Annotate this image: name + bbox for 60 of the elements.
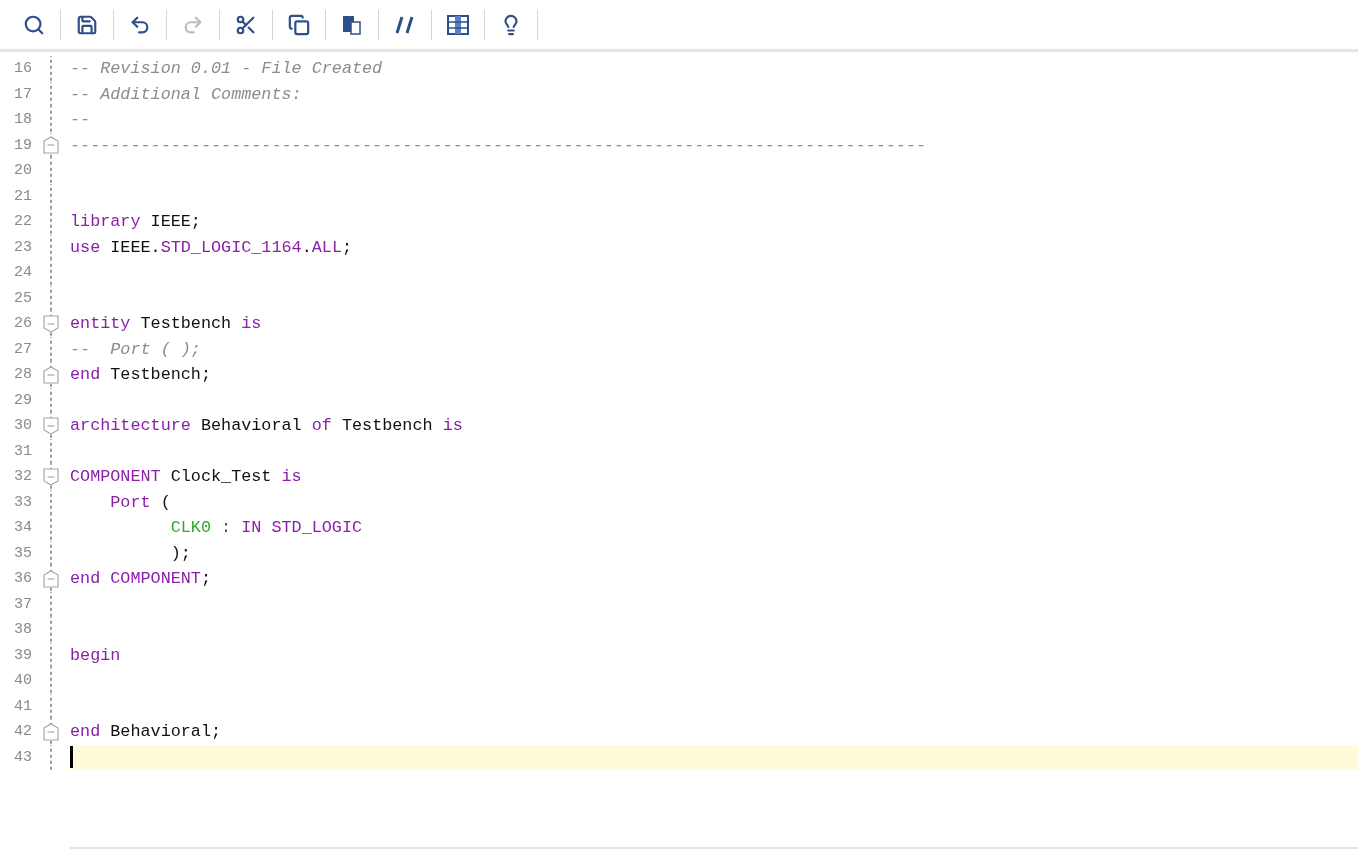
text-cursor [70,746,73,769]
code-line: end Testbench; [70,365,211,385]
line-number: 35 [13,544,32,562]
code-line: ); [169,543,191,563]
code-line: -- Revision 0.01 - File Created [70,59,383,79]
code-line: COMPONENT Clock_Test is [70,467,302,487]
fold-marker-icon[interactable] [43,314,59,333]
code-line: -- [70,110,91,130]
line-number: 21 [13,187,32,205]
code-line: use IEEE.STD_LOGIC_1164.ALL; [70,237,353,257]
code-line: CLK0 : IN STD_LOGIC [169,518,363,538]
double-slash-icon [394,14,416,35]
line-number: 43 [13,748,32,766]
fold-marker-icon[interactable] [43,136,59,155]
search-icon [23,13,45,36]
code-line: end Behavioral; [70,722,222,742]
code-line: Port ( [109,492,171,512]
scissors-icon [235,13,257,36]
columns-icon [447,14,469,35]
code-line: entity Testbench is [70,314,262,334]
line-number: 16 [13,60,32,78]
fold-marker-icon[interactable] [43,365,59,384]
copy-icon [288,13,310,36]
fold-marker-icon[interactable] [43,722,59,741]
line-number: 28 [13,366,32,384]
code-line: library IEEE; [70,212,201,232]
line-number: 42 [13,723,32,741]
line-number: 41 [13,697,32,715]
line-number: 24 [13,264,32,282]
line-number: 32 [13,468,32,486]
code-line: architecture Behavioral of Testbench is [70,416,463,436]
line-number: 29 [13,391,32,409]
line-number: 38 [13,621,32,639]
code-line: ------------------------------------------------------------------------------------- [70,135,926,155]
line-number: 33 [13,493,32,511]
line-number: 18 [13,111,32,129]
line-number: 34 [13,519,32,537]
line-number: 20 [13,162,32,180]
line-number: 25 [13,289,32,307]
line-number: 37 [13,595,32,613]
line-number: 36 [13,570,32,588]
save-icon [76,13,98,36]
code-line: end COMPONENT; [70,569,211,589]
code-line: -- Additional Comments: [70,84,302,104]
paste-icon [342,14,362,35]
line-number: 17 [13,85,32,103]
line-number: 26 [13,315,32,333]
code-line: -- Port ( ); [70,339,201,359]
fold-marker-icon[interactable] [43,416,59,435]
line-number: 19 [13,136,32,154]
line-number: 27 [13,340,32,358]
line-number: 40 [13,672,32,690]
line-number: 22 [13,213,32,231]
code-line: begin [70,645,121,665]
line-number: 31 [13,442,32,460]
line-number: 39 [13,646,32,664]
line-number: 23 [13,238,32,256]
fold-marker-icon[interactable] [43,467,59,486]
fold-marker-icon[interactable] [43,569,59,588]
line-number: 30 [13,417,32,435]
